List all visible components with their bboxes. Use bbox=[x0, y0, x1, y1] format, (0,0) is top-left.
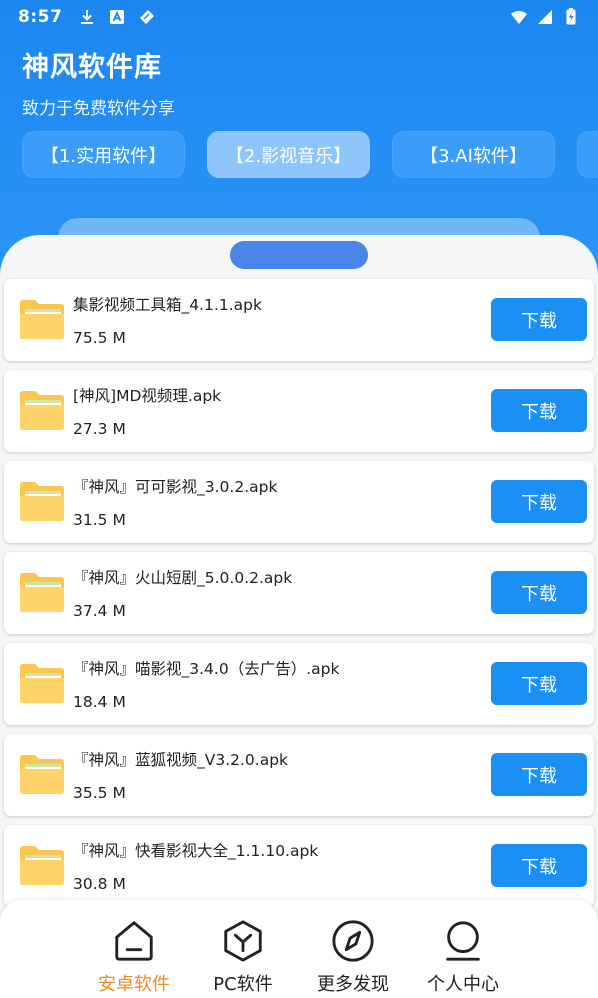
cube-icon bbox=[224, 920, 262, 962]
download-button[interactable]: 下载 bbox=[491, 480, 587, 523]
app-title: 神风软件库 bbox=[22, 52, 162, 83]
file-name: 集影视频工具箱_4.1.1.apk bbox=[73, 296, 262, 314]
sheet-handle[interactable] bbox=[230, 241, 368, 269]
list-item[interactable]: 『神风』喵影视_3.4.0（去广告）.apk 18.4 M 下载 bbox=[4, 643, 594, 725]
file-size: 27.3 M bbox=[73, 420, 126, 438]
file-sheet: 集影视频工具箱_4.1.1.apk 75.5 M 下载 [神风]MD视频理.ap… bbox=[0, 235, 598, 998]
nav-label: 个人中心 bbox=[427, 974, 499, 995]
list-item[interactable]: 『神风』快看影视大全_1.1.10.apk 30.8 M 下载 bbox=[4, 825, 594, 907]
list-item[interactable]: 『神风』可可影视_3.0.2.apk 31.5 M 下载 bbox=[4, 461, 594, 543]
status-time: 8:57 bbox=[18, 7, 63, 27]
file-name: [神风]MD视频理.apk bbox=[73, 387, 222, 405]
file-size: 75.5 M bbox=[73, 329, 126, 347]
nav-label: 安卓软件 bbox=[98, 974, 170, 995]
file-size: 30.8 M bbox=[73, 875, 126, 893]
tab-ai-software[interactable]: 【3.AI软件】 bbox=[392, 131, 555, 178]
folder-icon bbox=[20, 664, 64, 703]
battery-icon bbox=[566, 8, 576, 25]
tab-more[interactable] bbox=[577, 131, 598, 178]
list-item[interactable]: 集影视频工具箱_4.1.1.apk 75.5 M 下载 bbox=[4, 279, 594, 361]
user-icon bbox=[446, 921, 480, 961]
bottom-nav: 安卓软件 PC软件 更多发现 个人中心 bbox=[0, 900, 598, 998]
font-app-icon bbox=[110, 10, 125, 24]
nav-pc-software[interactable]: PC软件 bbox=[188, 918, 298, 996]
file-name: 『神风』蓝狐视频_V3.2.0.apk bbox=[73, 751, 289, 769]
file-size: 18.4 M bbox=[73, 693, 126, 711]
folder-icon bbox=[20, 482, 64, 521]
tag-icon bbox=[140, 10, 155, 24]
signal-icon bbox=[538, 10, 552, 24]
file-name: 『神风』快看影视大全_1.1.10.apk bbox=[73, 842, 319, 860]
download-button[interactable]: 下载 bbox=[491, 298, 587, 341]
list-item[interactable]: 『神风』火山短剧_5.0.0.2.apk 37.4 M 下载 bbox=[4, 552, 594, 634]
folder-icon bbox=[20, 300, 64, 339]
app-subtitle: 致力于免费软件分享 bbox=[22, 99, 175, 119]
tab-video-music[interactable]: 【2.影视音乐】 bbox=[207, 131, 370, 178]
nav-label: PC软件 bbox=[213, 974, 273, 995]
category-tabs: 【1.实用软件】 【2.影视音乐】 【3.AI软件】 bbox=[22, 131, 598, 178]
compass-icon bbox=[332, 920, 374, 962]
status-icons-right bbox=[510, 8, 580, 26]
file-name: 『神风』喵影视_3.4.0（去广告）.apk bbox=[73, 660, 340, 678]
list-item[interactable]: [神风]MD视频理.apk 27.3 M 下载 bbox=[4, 370, 594, 452]
folder-icon bbox=[20, 573, 64, 612]
file-size: 37.4 M bbox=[73, 602, 126, 620]
nav-discover-more[interactable]: 更多发现 bbox=[298, 918, 408, 996]
file-size: 35.5 M bbox=[73, 784, 126, 802]
download-button[interactable]: 下载 bbox=[491, 753, 587, 796]
status-icons-left bbox=[78, 8, 156, 26]
nav-personal-center[interactable]: 个人中心 bbox=[408, 918, 518, 996]
download-button[interactable]: 下载 bbox=[491, 844, 587, 887]
nav-label: 更多发现 bbox=[317, 974, 389, 995]
folder-icon bbox=[20, 846, 64, 885]
home-icon bbox=[115, 921, 153, 961]
file-name: 『神风』火山短剧_5.0.0.2.apk bbox=[73, 569, 293, 587]
list-item[interactable]: 『神风』蓝狐视频_V3.2.0.apk 35.5 M 下载 bbox=[4, 734, 594, 816]
download-button[interactable]: 下载 bbox=[491, 571, 587, 614]
nav-android-software[interactable]: 安卓软件 bbox=[79, 918, 189, 996]
folder-icon bbox=[20, 755, 64, 794]
folder-icon bbox=[20, 391, 64, 430]
status-bar: 8:57 bbox=[0, 0, 598, 34]
file-size: 31.5 M bbox=[73, 511, 126, 529]
wifi-icon bbox=[511, 10, 527, 24]
download-button[interactable]: 下载 bbox=[491, 662, 587, 705]
download-button[interactable]: 下载 bbox=[491, 389, 587, 432]
download-icon bbox=[81, 10, 94, 24]
tab-utility-software[interactable]: 【1.实用软件】 bbox=[22, 131, 185, 178]
file-name: 『神风』可可影视_3.0.2.apk bbox=[73, 478, 278, 496]
